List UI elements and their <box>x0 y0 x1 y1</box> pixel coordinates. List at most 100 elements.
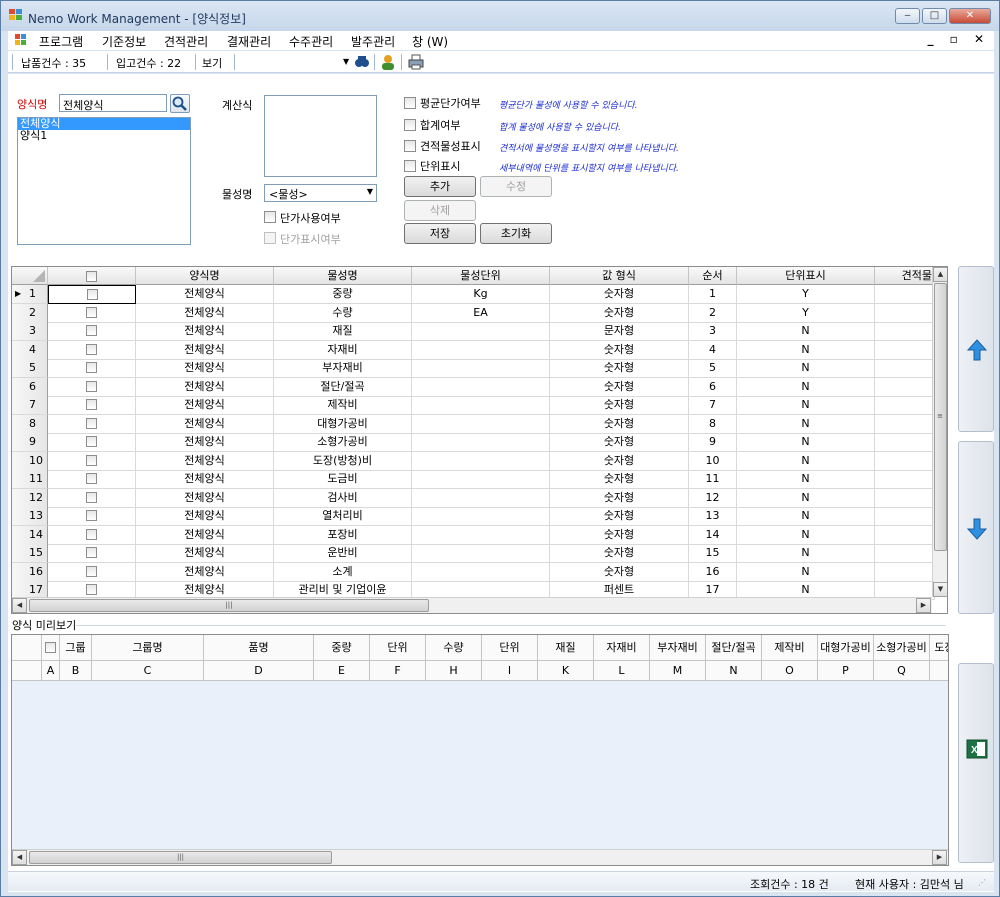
preview-col-letter[interactable]: A <box>42 661 60 681</box>
avg-price-checkbox[interactable] <box>404 97 416 109</box>
cell-value-type[interactable]: 숫자형 <box>550 303 689 323</box>
cell-form-name[interactable]: 전체양식 <box>136 544 274 563</box>
row-checkbox[interactable] <box>86 306 97 318</box>
row-select-cell[interactable] <box>48 377 136 397</box>
formula-textarea[interactable] <box>264 95 377 177</box>
row-number[interactable]: 6 <box>12 377 48 397</box>
excel-export-button[interactable]: X <box>958 663 994 863</box>
preview-col-header[interactable]: 대형가공비 <box>818 635 874 661</box>
row-number[interactable]: ▶ 1 <box>12 285 48 304</box>
preview-col-letter[interactable]: C <box>92 661 204 681</box>
cell-attr-name[interactable]: 수량 <box>274 303 412 323</box>
row-select-cell[interactable] <box>48 322 136 341</box>
row-number[interactable]: 5 <box>12 359 48 378</box>
scroll-up-icon[interactable]: ▲ <box>933 267 947 282</box>
scroll-right-icon[interactable]: ▶ <box>932 850 947 865</box>
col-attr-unit[interactable]: 물성단위 <box>412 267 550 285</box>
row-checkbox[interactable] <box>86 584 97 595</box>
cell-attr-name[interactable]: 중량 <box>274 285 412 304</box>
row-select-cell[interactable] <box>48 359 136 378</box>
cell-attr-unit[interactable] <box>412 544 550 563</box>
cell-estimate-attr[interactable] <box>875 285 935 304</box>
scroll-right-icon[interactable]: ▶ <box>916 598 931 613</box>
move-up-button[interactable] <box>958 266 994 432</box>
row-select-cell[interactable] <box>48 396 136 415</box>
row-select-cell[interactable] <box>48 525 136 545</box>
preview-col-letter[interactable] <box>930 661 948 681</box>
attr-combo[interactable]: <물성> ▼ <box>264 184 377 202</box>
cell-value-type[interactable]: 숫자형 <box>550 377 689 397</box>
cell-attr-unit[interactable] <box>412 433 550 452</box>
print-icon[interactable] <box>408 54 424 70</box>
cell-form-name[interactable]: 전체양식 <box>136 470 274 489</box>
row-number[interactable]: 11 <box>12 470 48 489</box>
menu-window[interactable]: 창 (W) <box>412 33 448 50</box>
estimate-attr-checkbox[interactable] <box>404 140 416 152</box>
cell-unit-display[interactable]: N <box>737 470 875 489</box>
cell-order[interactable]: 16 <box>689 562 737 582</box>
col-estimate-attr[interactable]: 견적물 <box>875 267 935 285</box>
preview-col-header[interactable]: 품명 <box>204 635 314 661</box>
cell-unit-display[interactable]: N <box>737 396 875 415</box>
preview-col-letter[interactable]: K <box>538 661 594 681</box>
table-row[interactable]: 3 전체양식 재질 문자형 3 N <box>12 322 947 341</box>
view-label[interactable]: 보기 <box>202 55 222 71</box>
cell-form-name[interactable]: 전체양식 <box>136 377 274 397</box>
cell-order[interactable]: 4 <box>689 340 737 360</box>
row-checkbox[interactable] <box>86 510 97 521</box>
attribute-grid[interactable]: 양식명 물성명 물성단위 값 형식 순서 단위표시 견적물 ▶ 1 전체양식 중량 Kg… <box>11 266 948 614</box>
row-checkbox[interactable] <box>86 289 98 300</box>
row-select-cell[interactable] <box>48 303 136 323</box>
scroll-thumb[interactable]: ||| <box>29 851 332 864</box>
preview-col-letter[interactable]: P <box>818 661 874 681</box>
menu-master-data[interactable]: 기준정보 <box>102 33 146 50</box>
row-select-cell[interactable] <box>48 507 136 526</box>
preview-col-letter[interactable]: Q <box>874 661 930 681</box>
cell-attr-name[interactable]: 부자재비 <box>274 359 412 378</box>
preview-col-header[interactable]: 자재비 <box>594 635 650 661</box>
cell-unit-display[interactable]: N <box>737 451 875 471</box>
table-row[interactable]: 12 전체양식 검사비 숫자형 12 N <box>12 488 947 508</box>
cell-attr-unit[interactable] <box>412 377 550 397</box>
preview-col-header[interactable]: 수량 <box>426 635 482 661</box>
cell-unit-display[interactable]: N <box>737 488 875 508</box>
cell-value-type[interactable]: 숫자형 <box>550 451 689 471</box>
move-down-button[interactable] <box>958 441 994 614</box>
cell-estimate-attr[interactable] <box>875 507 935 526</box>
cell-estimate-attr[interactable] <box>875 396 935 415</box>
preview-col-letter[interactable]: L <box>594 661 650 681</box>
cell-attr-name[interactable]: 재질 <box>274 322 412 341</box>
row-checkbox[interactable] <box>86 547 97 558</box>
cell-estimate-attr[interactable] <box>875 544 935 563</box>
grid-corner[interactable] <box>12 267 48 285</box>
find-icon[interactable] <box>354 54 370 70</box>
col-unit-display[interactable]: 단위표시 <box>737 267 875 285</box>
row-select-cell[interactable] <box>48 340 136 360</box>
cell-attr-name[interactable]: 도금비 <box>274 470 412 489</box>
minimize-button[interactable]: ‒ <box>895 8 920 24</box>
unit-display-checkbox[interactable] <box>404 160 416 172</box>
preview-col-letter[interactable]: M <box>650 661 706 681</box>
cell-value-type[interactable]: 숫자형 <box>550 488 689 508</box>
preview-col-header[interactable]: 그룹 <box>60 635 92 661</box>
cell-order[interactable]: 5 <box>689 359 737 378</box>
row-checkbox[interactable] <box>86 528 97 540</box>
cell-unit-display[interactable]: N <box>737 525 875 545</box>
table-row[interactable]: 13 전체양식 열처리비 숫자형 13 N <box>12 507 947 526</box>
table-row[interactable]: 4 전체양식 자재비 숫자형 4 N <box>12 340 947 360</box>
row-checkbox[interactable] <box>86 343 97 355</box>
cell-estimate-attr[interactable] <box>875 470 935 489</box>
cell-unit-display[interactable]: N <box>737 562 875 582</box>
menu-order-receipt[interactable]: 수주관리 <box>289 33 333 50</box>
cell-estimate-attr[interactable] <box>875 340 935 360</box>
cell-form-name[interactable]: 전체양식 <box>136 303 274 323</box>
cell-attr-name[interactable]: 운반비 <box>274 544 412 563</box>
cell-value-type[interactable]: 숫자형 <box>550 507 689 526</box>
cell-form-name[interactable]: 전체양식 <box>136 488 274 508</box>
table-row[interactable]: 15 전체양식 운반비 숫자형 15 N <box>12 544 947 563</box>
table-row[interactable]: 8 전체양식 대형가공비 숫자형 8 N <box>12 414 947 434</box>
cell-order[interactable]: 15 <box>689 544 737 563</box>
table-row[interactable]: 6 전체양식 절단/절곡 숫자형 6 N <box>12 377 947 397</box>
row-number[interactable]: 15 <box>12 544 48 563</box>
cell-form-name[interactable]: 전체양식 <box>136 525 274 545</box>
